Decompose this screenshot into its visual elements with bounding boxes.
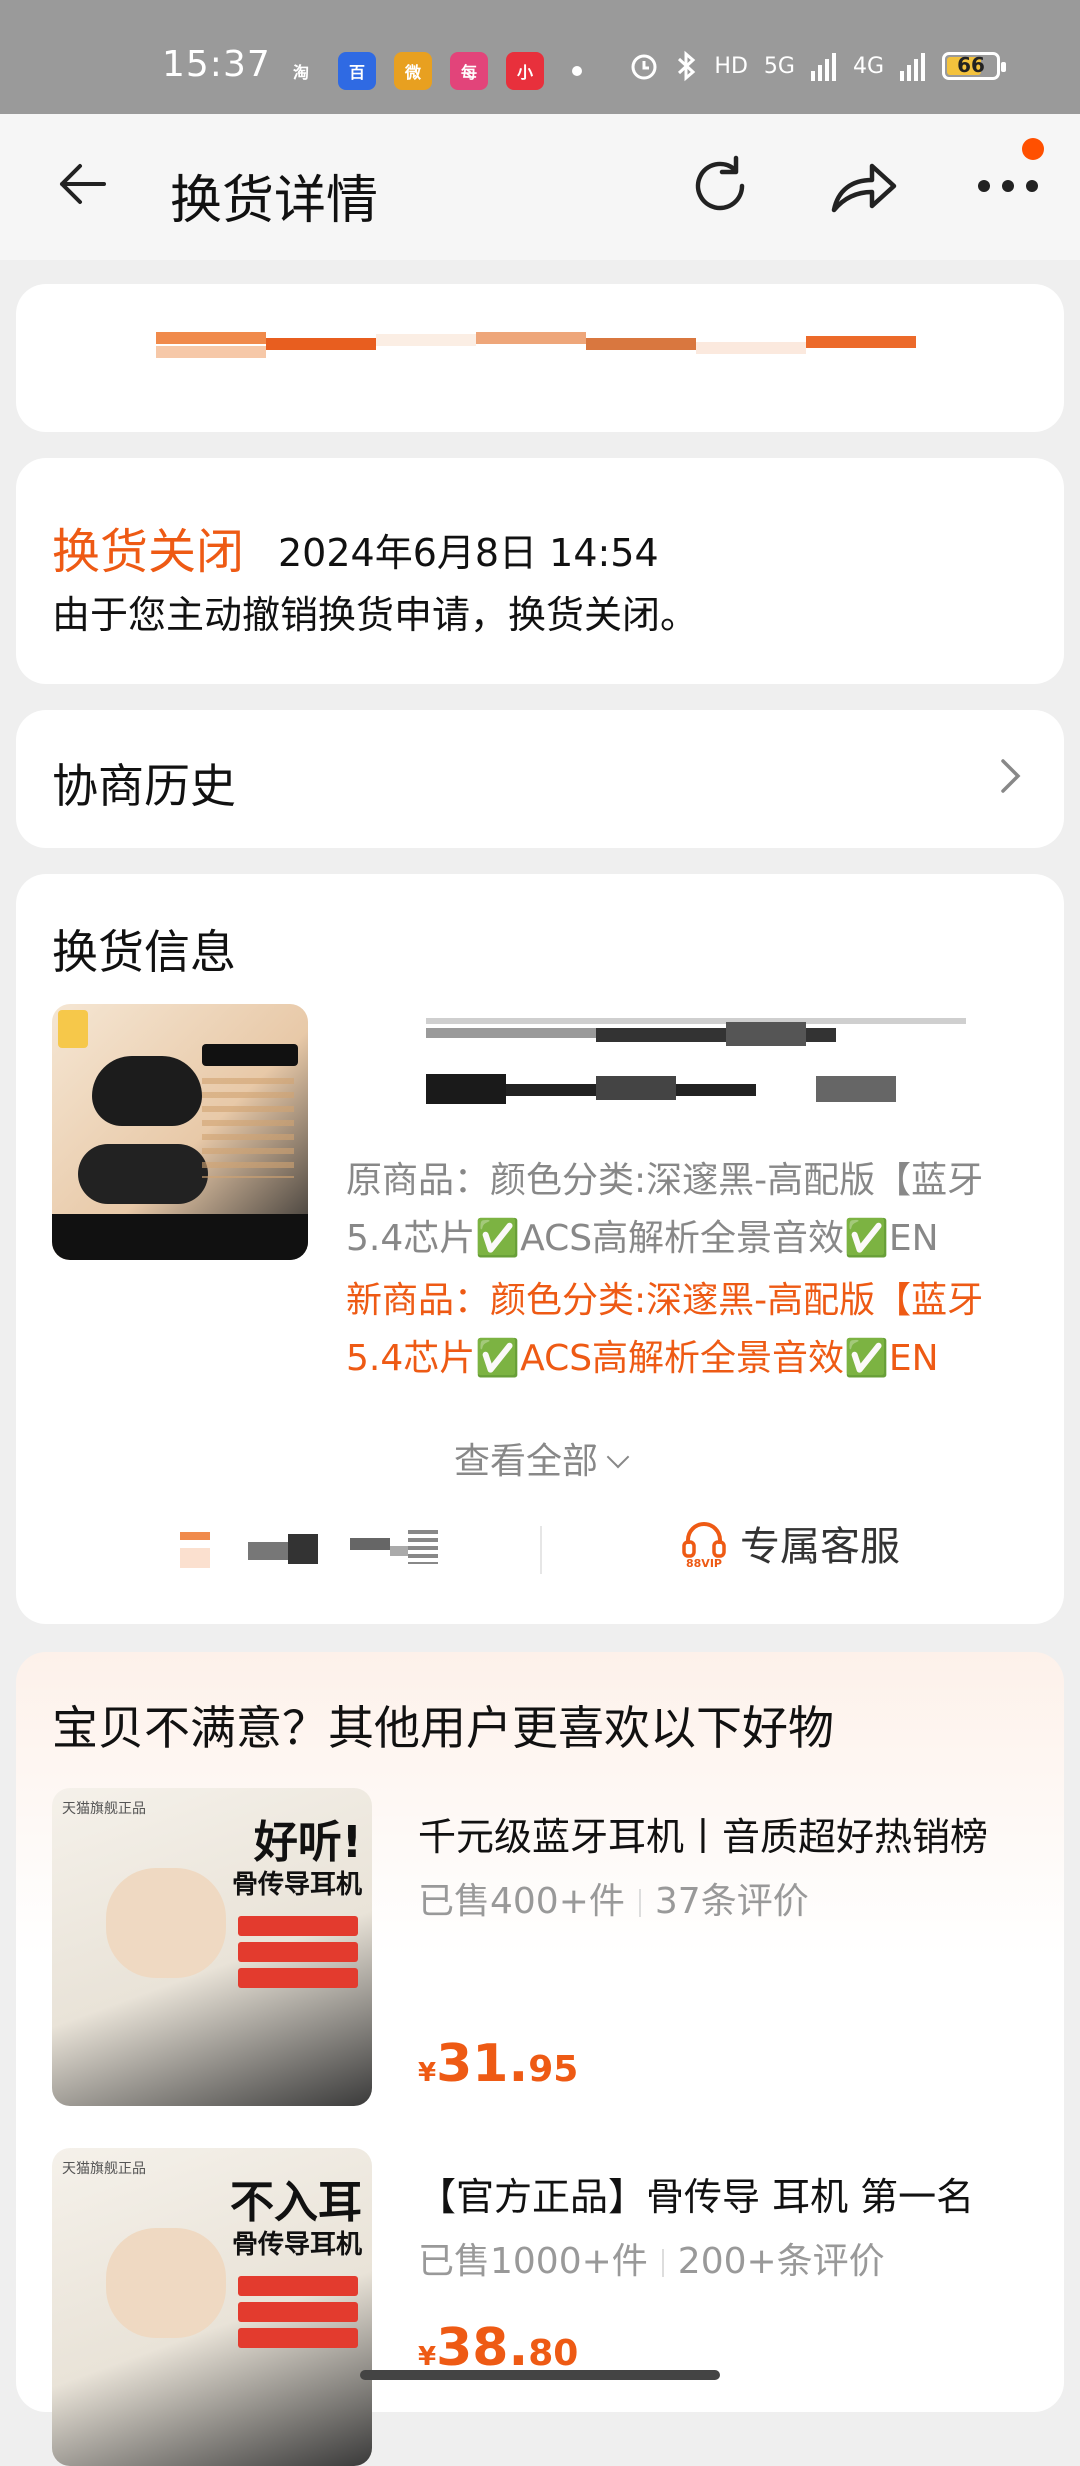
chevron-right-icon — [1001, 759, 1021, 793]
redacted-product-title — [346, 1014, 986, 1104]
recommendation-item[interactable]: 天猫旗舰正品 不入耳 骨传导耳机 【官方正品】骨传导 耳机 第一名 已售1000… — [52, 2148, 1052, 2466]
status-description: 由于您主动撤销换货申请，换货关闭。 — [52, 593, 699, 637]
earbud-graphic — [106, 1868, 226, 1978]
exchange-info-title: 换货信息 — [52, 925, 236, 979]
product-feature-lines — [202, 1078, 294, 1178]
dedicated-service-label: 专属客服 — [740, 1524, 900, 1570]
view-all-button[interactable]: 查看全部 — [16, 1432, 1064, 1484]
feature-tag-graphic — [238, 2302, 358, 2322]
currency-symbol: ¥ — [418, 2342, 437, 2372]
status-title: 换货关闭 — [52, 524, 245, 580]
headset-icon: 88VIP — [682, 1522, 726, 1568]
image-headline: 不入耳 — [230, 2177, 362, 2228]
battery-icon: 66 — [942, 52, 1006, 80]
recommendation-image[interactable]: 天猫旗舰正品 好听! 骨传导耳机 — [52, 1788, 372, 2106]
redacted-text-bar — [156, 328, 936, 358]
negotiation-history-row[interactable]: 协商历史 — [16, 710, 1064, 848]
nav-bar: 换货详情 — [0, 114, 1080, 260]
feature-tag-graphic — [238, 2328, 358, 2348]
image-subheadline: 骨传导耳机 — [231, 1870, 362, 1900]
shop-tag: 天猫旗舰正品 — [62, 1801, 146, 1817]
new-product-spec: 新商品：颜色分类:深邃黑-高配版【蓝牙5.4芯片✅ACS高解析全景音效✅EN — [346, 1280, 984, 1379]
recommendation-sales: 已售400+件 37条评价 — [418, 1872, 809, 1924]
xiaohongshu-notification-icon: 小 — [506, 52, 544, 90]
negotiation-history-label: 协商历史 — [52, 759, 236, 813]
recommendation-item[interactable]: 天猫旗舰正品 好听! 骨传导耳机 千元级蓝牙耳机丨音质超好热销榜 已售400+件… — [52, 1788, 1052, 2118]
status-time: 2024年6月8日 14:54 — [278, 531, 659, 575]
notification-badge — [1022, 138, 1044, 160]
more-options-icon[interactable] — [976, 164, 1040, 204]
original-product-spec: 原商品：颜色分类:深邃黑-高配版【蓝牙5.4芯片✅ACS高解析全景音效✅EN — [346, 1160, 984, 1259]
divider — [540, 1526, 542, 1574]
price-decimal: 95 — [528, 2049, 579, 2090]
chevron-down-icon — [606, 1445, 630, 1469]
signal-bars-icon — [810, 53, 836, 81]
image-headline: 好听! — [253, 1817, 362, 1868]
signal-bars-icon — [900, 53, 925, 81]
recommendation-name: 【官方正品】骨传导 耳机 第一名 — [418, 2175, 975, 2219]
hd-icon: HD — [714, 53, 748, 79]
more-notifications-dot-icon — [572, 66, 582, 76]
product-image[interactable] — [52, 1004, 308, 1260]
feature-tag-graphic — [238, 1916, 358, 1936]
exchange-status-card: 换货关闭 2024年6月8日 14:54 由于您主动撤销换货申请，换货关闭。 — [16, 458, 1064, 684]
product-rating-badge — [58, 1010, 88, 1048]
sold-count: 已售400+件 — [418, 1881, 625, 1922]
notification-icons: 淘 百 微 每 小 — [282, 52, 582, 90]
status-bar: 15:37 淘 百 微 每 小 HD 5G 4G 66 — [0, 0, 1080, 114]
case-graphic — [78, 1144, 208, 1204]
feature-tag-graphic — [238, 1942, 358, 1962]
alarm-icon — [631, 54, 657, 80]
earbud-graphic — [92, 1056, 202, 1126]
refresh-icon[interactable] — [686, 152, 754, 220]
weibo-notification-icon: 微 — [394, 52, 432, 90]
page-title: 换货详情 — [170, 171, 379, 231]
vip-badge-text: 88VIP — [686, 1557, 722, 1568]
signal-4g-icon: 4G — [852, 53, 884, 79]
recommendation-name: 千元级蓝牙耳机丨音质超好热销榜 — [418, 1815, 989, 1859]
dedicated-service-button[interactable]: 88VIP 专属客服 — [680, 1514, 900, 1572]
price-integer: 31. — [436, 2034, 529, 2094]
earbud-graphic — [106, 2228, 226, 2338]
product-feature-band — [52, 1214, 308, 1260]
price-decimal: 80 — [528, 2333, 579, 2374]
view-all-label: 查看全部 — [453, 1441, 598, 1482]
redacted-seller-info — [162, 1528, 442, 1572]
feature-tag-graphic — [238, 1968, 358, 1988]
status-time: 15:37 — [162, 44, 271, 85]
review-count: 37条评价 — [654, 1881, 809, 1922]
recommendation-price: ¥38.80 — [418, 2318, 578, 2378]
home-indicator[interactable] — [360, 2370, 720, 2380]
sold-count: 已售1000+件 — [418, 2241, 648, 2282]
recommendation-price: ¥31.95 — [418, 2034, 578, 2094]
recommendation-sales: 已售1000+件 200+条评价 — [418, 2232, 885, 2284]
back-arrow-icon[interactable] — [52, 154, 112, 214]
product-tag-graphic — [202, 1044, 298, 1066]
share-icon[interactable] — [828, 154, 900, 218]
signal-5g-icon: 5G — [763, 53, 795, 79]
shop-tag: 天猫旗舰正品 — [62, 2161, 146, 2177]
baidu-notification-icon: 百 — [338, 52, 376, 90]
feature-tag-graphic — [238, 2276, 358, 2296]
price-integer: 38. — [436, 2318, 529, 2378]
system-indicators: HD 5G 4G 66 — [628, 50, 1006, 82]
image-subheadline: 骨传导耳机 — [231, 2230, 362, 2260]
battery-level: 66 — [957, 53, 985, 77]
recommendations-card: 宝贝不满意？其他用户更喜欢以下好物 天猫旗舰正品 好听! 骨传导耳机 千元级蓝牙… — [16, 1652, 1064, 2466]
redacted-info-card — [16, 284, 1064, 432]
app-notification-icon: 每 — [450, 52, 488, 90]
exchange-info-card: 换货信息 原商品：颜色分类:深邃黑-高配版【蓝牙5.4芯片✅ACS高解析全景音效… — [16, 874, 1064, 1624]
bluetooth-icon — [678, 50, 696, 82]
currency-symbol: ¥ — [418, 2058, 437, 2088]
recommendation-image[interactable]: 天猫旗舰正品 不入耳 骨传导耳机 — [52, 2148, 372, 2466]
review-count: 200+条评价 — [677, 2241, 885, 2282]
taobao-notification-icon: 淘 — [292, 63, 309, 82]
recommendations-title: 宝贝不满意？其他用户更喜欢以下好物 — [52, 1701, 834, 1755]
